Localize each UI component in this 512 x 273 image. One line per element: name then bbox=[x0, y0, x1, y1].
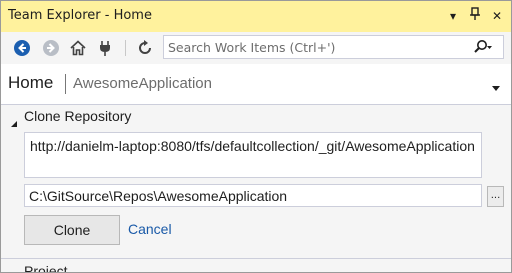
section-divider bbox=[1, 258, 511, 259]
repository-url-field[interactable]: http://danielm-laptop:8080/tfs/defaultco… bbox=[24, 132, 482, 178]
clone-repository-section-header[interactable]: Clone Repository bbox=[1, 105, 511, 129]
section-title: Clone Repository bbox=[24, 108, 132, 124]
window-title: Team Explorer - Home bbox=[8, 8, 152, 23]
home-icon[interactable] bbox=[69, 39, 87, 57]
team-explorer-window: Team Explorer - Home ▾ ✕ Search Work Ite… bbox=[0, 0, 512, 273]
title-bar: Team Explorer - Home ▾ ✕ bbox=[1, 1, 511, 32]
project-section-title[interactable]: Project bbox=[24, 263, 68, 272]
search-input[interactable] bbox=[168, 38, 468, 56]
collapse-triangle-icon[interactable] bbox=[10, 113, 18, 127]
browse-button[interactable]: ... bbox=[487, 186, 504, 207]
pin-icon[interactable] bbox=[467, 7, 483, 25]
page-title: Home bbox=[8, 73, 54, 92]
title-separator bbox=[65, 74, 66, 94]
refresh-icon[interactable] bbox=[136, 39, 154, 57]
toolbar-separator bbox=[125, 40, 126, 56]
local-path-input[interactable] bbox=[29, 186, 477, 205]
project-name: AwesomeApplication bbox=[73, 75, 212, 92]
home-header: Home AwesomeApplication bbox=[1, 64, 511, 104]
collapse-triangle-icon[interactable] bbox=[10, 267, 18, 272]
window-menu-dropdown-icon[interactable]: ▾ bbox=[445, 7, 461, 25]
forward-icon[interactable] bbox=[42, 39, 60, 57]
chevron-down-icon[interactable] bbox=[491, 78, 501, 91]
back-icon[interactable] bbox=[13, 39, 31, 57]
clone-button[interactable]: Clone bbox=[24, 215, 120, 245]
local-path-field[interactable] bbox=[24, 184, 482, 207]
search-icon[interactable] bbox=[473, 39, 492, 55]
cancel-link[interactable]: Cancel bbox=[128, 221, 172, 237]
search-work-items-box[interactable] bbox=[163, 35, 504, 59]
connect-icon[interactable] bbox=[96, 39, 114, 57]
toolbar bbox=[1, 32, 511, 64]
close-icon[interactable]: ✕ bbox=[489, 7, 505, 25]
